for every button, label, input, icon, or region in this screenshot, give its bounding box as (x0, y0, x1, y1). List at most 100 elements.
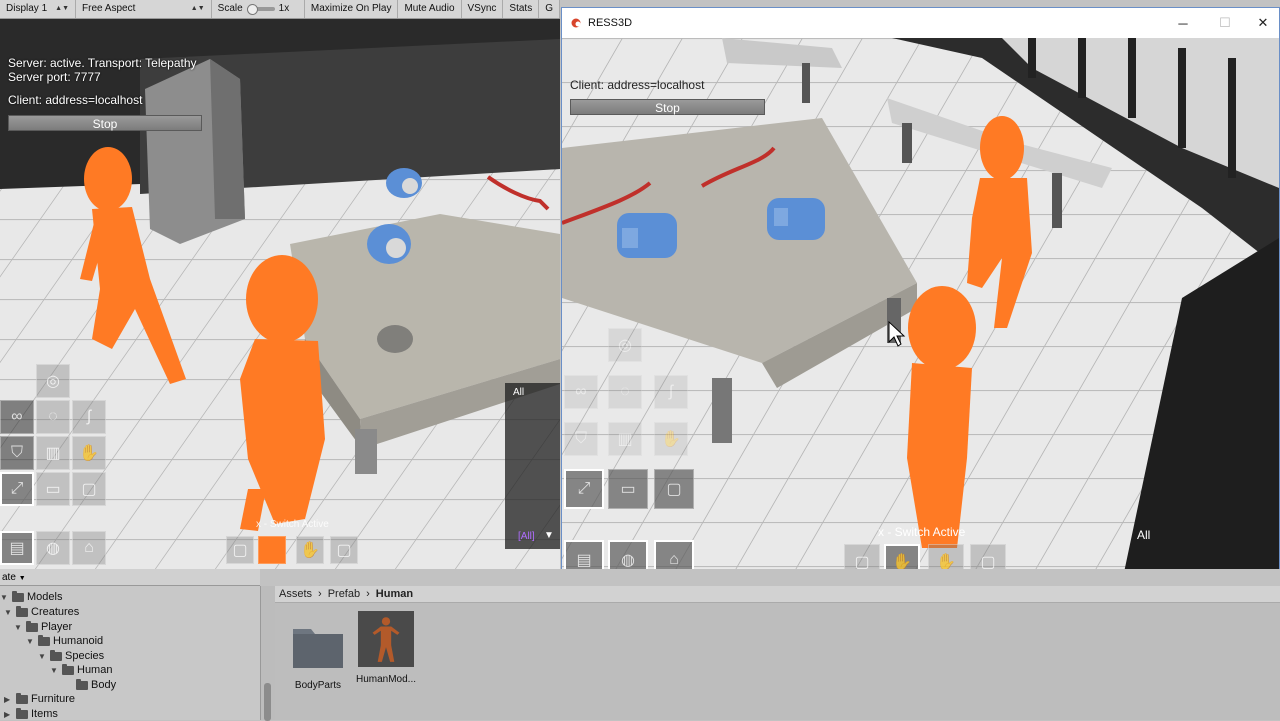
hierarchy-scrollbar[interactable] (260, 586, 275, 721)
breadcrumb-human[interactable]: Human (376, 586, 413, 602)
glove-icon: ✋ (79, 445, 99, 462)
server-port-text: Server port: 7777 (8, 70, 101, 84)
chat-panel[interactable] (505, 383, 560, 549)
hands-slot[interactable]: ✋ (654, 422, 688, 456)
ear-slot[interactable]: ʃ (72, 400, 106, 434)
tree-item-human[interactable]: ▼ Human (50, 663, 113, 676)
aspect-label: Free Aspect (82, 3, 136, 14)
folder-icon (26, 620, 38, 632)
blue-item (617, 213, 677, 258)
expand-icon: ⤢ (10, 480, 24, 497)
tree-item-humanoid[interactable]: ▼ Humanoid (26, 634, 103, 647)
switch-active-hint: x - Switch Active (256, 519, 329, 530)
folder-icon (76, 678, 88, 690)
pocket-icon: ▢ (81, 481, 97, 498)
body-slot[interactable]: ⛉ (0, 436, 34, 470)
card-icon: ▭ (620, 481, 636, 498)
maximize-button[interactable]: ☐ (1205, 8, 1245, 38)
expand-slot[interactable]: ⤢ (564, 469, 604, 509)
expand-slot[interactable]: ⤢ (0, 472, 34, 506)
tree-item-body[interactable]: Body (64, 678, 117, 691)
id-card-slot[interactable]: ▤ (0, 531, 34, 565)
client-game-view[interactable]: Client: address=localhost Stop ◎ ∞ ◌ ʃ ⛉… (562, 38, 1279, 582)
breadcrumb-prefab[interactable]: Prefab (328, 586, 360, 602)
mask-slot[interactable]: ◌ (36, 400, 70, 434)
expand-arrow-icon: ▼ (4, 607, 12, 617)
suit-slot[interactable]: ▥ (608, 422, 642, 456)
scale-slider[interactable] (246, 4, 275, 15)
scale-control[interactable]: Scale 1x (212, 0, 305, 18)
eyes-slot[interactable]: ∞ (564, 375, 598, 409)
client-window: RESS3D ─ ☐ ✕ Client: address=localhost S… (561, 7, 1280, 583)
scale-label: Scale (217, 3, 243, 14)
gizmos-toggle[interactable]: G (539, 0, 560, 18)
display-dropdown[interactable]: Display 1 ▲▼ (0, 0, 76, 18)
game-view-toolbar: Display 1 ▲▼ Free Aspect ▲▼ Scale 1x Maximi… (0, 0, 560, 19)
stats-toggle[interactable]: Stats (503, 0, 540, 18)
vsync-toggle[interactable]: VSync (462, 0, 504, 18)
breadcrumb-separator: › (366, 588, 370, 600)
tree-item-models[interactable]: ▼ Models (0, 590, 62, 603)
chevron-down-icon[interactable]: ▼ (544, 530, 554, 541)
maximize-on-play-toggle[interactable]: Maximize On Play (305, 0, 399, 18)
chat-filter-label[interactable]: All (1137, 528, 1150, 542)
head-slot[interactable]: ◎ (608, 328, 642, 362)
breadcrumb-assets[interactable]: Assets (279, 586, 312, 602)
jacket-icon: ▥ (45, 445, 61, 462)
character-front (240, 255, 325, 531)
blue-item (386, 168, 422, 198)
id-slot[interactable]: ▭ (36, 472, 70, 506)
tree-item-creatures[interactable]: ▼ Creatures (4, 605, 79, 618)
mute-audio-toggle[interactable]: Mute Audio (398, 0, 462, 18)
tree-item-items[interactable]: ▶ Items (4, 707, 58, 720)
belt-slot[interactable]: ◍ (36, 531, 70, 565)
tree-item-furniture[interactable]: ▶ Furniture (4, 692, 75, 705)
head-slot[interactable]: ◎ (36, 364, 70, 398)
tree-label: Items (31, 708, 58, 720)
id-slot[interactable]: ▭ (608, 469, 648, 509)
right-pocket-slot[interactable]: ▢ (330, 536, 358, 564)
asset-bodyparts[interactable]: BodyParts (282, 619, 354, 691)
expand-arrow-icon: ▼ (26, 636, 34, 646)
pocket-slot[interactable]: ▢ (72, 472, 106, 506)
switch-active-hint: x - Switch Active (878, 525, 966, 539)
tree-label: Human (77, 664, 113, 676)
hands-slot[interactable]: ✋ (72, 436, 106, 470)
minimize-button[interactable]: ─ (1163, 8, 1203, 38)
backpack-slot[interactable]: ⌂ (72, 531, 106, 565)
display-label: Display 1 (6, 3, 48, 14)
tree-label: Body (91, 679, 117, 691)
ear-slot[interactable]: ʃ (654, 375, 688, 409)
close-button[interactable]: ✕ (1243, 8, 1280, 38)
left-hand-slot[interactable] (258, 536, 286, 564)
window-titlebar[interactable]: RESS3D ─ ☐ ✕ (562, 8, 1279, 38)
expand-icon: ⤢ (577, 480, 591, 497)
pocket-icon: ▢ (232, 542, 248, 559)
mask-slot[interactable]: ◌ (608, 375, 642, 409)
folder-icon (16, 707, 28, 719)
collapsed-arrow-icon: ▶ (4, 709, 11, 719)
eyes-slot[interactable]: ∞ (0, 400, 34, 434)
tree-label: Player (41, 621, 73, 633)
right-hand-slot[interactable]: ✋ (296, 536, 324, 564)
stop-button[interactable]: Stop (8, 115, 202, 131)
left-pocket-slot[interactable]: ▢ (226, 536, 254, 564)
shirt-icon: ⛉ (574, 430, 587, 447)
asset-humanmodel[interactable]: HumanMod... (350, 611, 422, 685)
glasses-icon: ∞ (575, 383, 587, 400)
tree-label: Species (65, 650, 105, 662)
host-game-view[interactable]: Server: active. Transport: Telepathy Ser… (0, 19, 560, 569)
pocket-slot[interactable]: ▢ (654, 469, 694, 509)
tree-item-species[interactable]: ▼ Species (38, 649, 105, 662)
create-dropdown[interactable]: ate (2, 572, 16, 583)
stop-button[interactable]: Stop (570, 99, 765, 115)
scale-value: 1x (278, 3, 290, 14)
pocket-icon: ▢ (336, 542, 352, 559)
chevron-down-icon: ▼ (18, 575, 26, 582)
body-slot[interactable]: ⛉ (564, 422, 598, 456)
aspect-dropdown[interactable]: Free Aspect ▲▼ (76, 0, 212, 18)
tree-item-player[interactable]: ▼ Player (14, 620, 73, 633)
window-title: RESS3D (588, 17, 633, 29)
suit-slot[interactable]: ▥ (36, 436, 70, 470)
mask-icon: ◌ (620, 383, 630, 400)
